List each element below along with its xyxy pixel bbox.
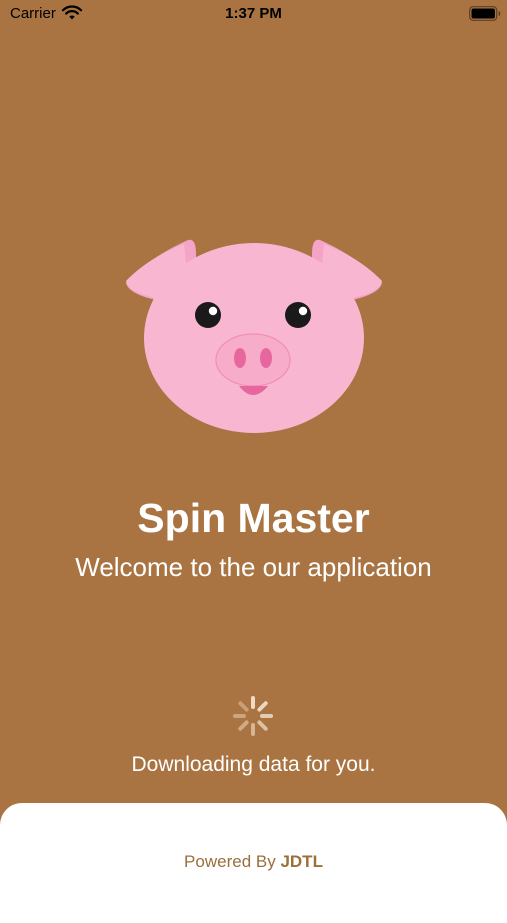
powered-by-text: Powered By JDTL — [0, 852, 507, 872]
status-bar: Carrier 1:37 PM — [0, 0, 507, 28]
loading-status-text: Downloading data for you. — [131, 753, 376, 776]
powered-by-brand: JDTL — [280, 852, 323, 871]
app-title: Spin Master — [137, 495, 370, 541]
activity-spinner-icon — [233, 696, 273, 736]
battery-icon — [469, 6, 501, 21]
welcome-subtitle: Welcome to the our application — [75, 552, 432, 582]
powered-by-prefix: Powered By — [184, 852, 276, 871]
status-time: 1:37 PM — [225, 5, 282, 22]
footer-card: Powered By JDTL — [0, 803, 507, 923]
pig-face-icon — [126, 239, 382, 433]
